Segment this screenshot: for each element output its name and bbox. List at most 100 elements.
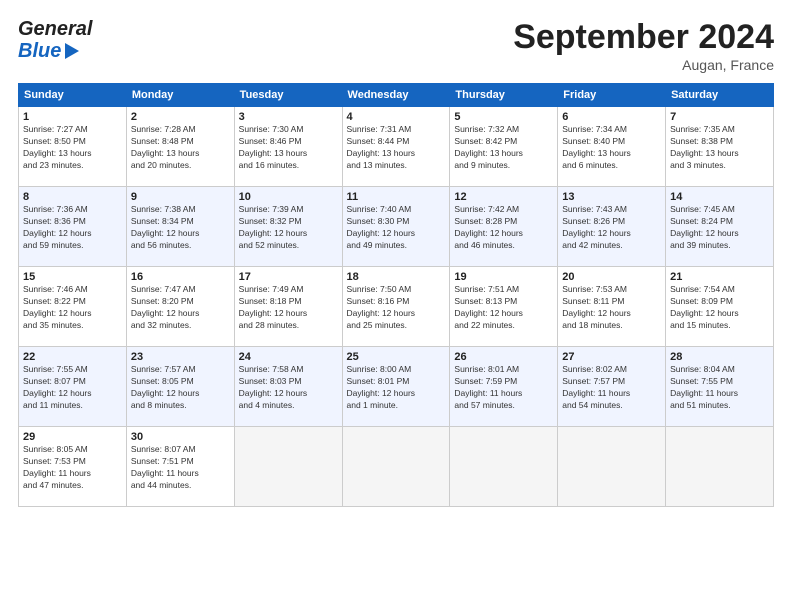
day-info: Sunrise: 7:30 AMSunset: 8:46 PMDaylight:…	[239, 124, 338, 172]
day-info: Sunrise: 7:40 AMSunset: 8:30 PMDaylight:…	[347, 204, 446, 252]
day-number: 18	[347, 271, 446, 283]
location: Augan, France	[513, 57, 774, 73]
calendar-week-row: 29Sunrise: 8:05 AMSunset: 7:53 PMDayligh…	[19, 427, 774, 507]
day-number: 6	[562, 111, 661, 123]
day-info: Sunrise: 7:54 AMSunset: 8:09 PMDaylight:…	[670, 284, 769, 332]
logo-general-text: General	[18, 18, 92, 40]
day-cell-16: 16Sunrise: 7:47 AMSunset: 8:20 PMDayligh…	[126, 267, 234, 347]
day-number: 5	[454, 111, 553, 123]
col-friday: Friday	[558, 84, 666, 107]
day-cell-8: 8Sunrise: 7:36 AMSunset: 8:36 PMDaylight…	[19, 187, 127, 267]
day-cell-11: 11Sunrise: 7:40 AMSunset: 8:30 PMDayligh…	[342, 187, 450, 267]
day-number: 12	[454, 191, 553, 203]
day-info: Sunrise: 7:34 AMSunset: 8:40 PMDaylight:…	[562, 124, 661, 172]
day-cell-28: 28Sunrise: 8:04 AMSunset: 7:55 PMDayligh…	[666, 347, 774, 427]
day-cell-3: 3Sunrise: 7:30 AMSunset: 8:46 PMDaylight…	[234, 107, 342, 187]
empty-cell	[234, 427, 342, 507]
day-info: Sunrise: 7:42 AMSunset: 8:28 PMDaylight:…	[454, 204, 553, 252]
day-info: Sunrise: 7:58 AMSunset: 8:03 PMDaylight:…	[239, 364, 338, 412]
day-number: 15	[23, 271, 122, 283]
logo: General Blue	[18, 18, 92, 62]
day-number: 2	[131, 111, 230, 123]
day-info: Sunrise: 7:31 AMSunset: 8:44 PMDaylight:…	[347, 124, 446, 172]
day-cell-30: 30Sunrise: 8:07 AMSunset: 7:51 PMDayligh…	[126, 427, 234, 507]
day-cell-24: 24Sunrise: 7:58 AMSunset: 8:03 PMDayligh…	[234, 347, 342, 427]
day-info: Sunrise: 7:46 AMSunset: 8:22 PMDaylight:…	[23, 284, 122, 332]
day-info: Sunrise: 7:50 AMSunset: 8:16 PMDaylight:…	[347, 284, 446, 332]
day-info: Sunrise: 7:45 AMSunset: 8:24 PMDaylight:…	[670, 204, 769, 252]
day-number: 11	[347, 191, 446, 203]
calendar-week-row: 22Sunrise: 7:55 AMSunset: 8:07 PMDayligh…	[19, 347, 774, 427]
day-cell-7: 7Sunrise: 7:35 AMSunset: 8:38 PMDaylight…	[666, 107, 774, 187]
empty-cell	[558, 427, 666, 507]
day-number: 23	[131, 351, 230, 363]
day-cell-17: 17Sunrise: 7:49 AMSunset: 8:18 PMDayligh…	[234, 267, 342, 347]
day-info: Sunrise: 7:47 AMSunset: 8:20 PMDaylight:…	[131, 284, 230, 332]
day-cell-12: 12Sunrise: 7:42 AMSunset: 8:28 PMDayligh…	[450, 187, 558, 267]
col-tuesday: Tuesday	[234, 84, 342, 107]
day-number: 20	[562, 271, 661, 283]
month-title: September 2024	[513, 18, 774, 57]
day-number: 14	[670, 191, 769, 203]
day-info: Sunrise: 7:35 AMSunset: 8:38 PMDaylight:…	[670, 124, 769, 172]
col-saturday: Saturday	[666, 84, 774, 107]
day-info: Sunrise: 7:36 AMSunset: 8:36 PMDaylight:…	[23, 204, 122, 252]
header: General Blue September 2024 Augan, Franc…	[18, 18, 774, 73]
day-info: Sunrise: 8:07 AMSunset: 7:51 PMDaylight:…	[131, 444, 230, 492]
day-cell-20: 20Sunrise: 7:53 AMSunset: 8:11 PMDayligh…	[558, 267, 666, 347]
logo-blue-line: Blue	[18, 40, 79, 62]
day-info: Sunrise: 7:53 AMSunset: 8:11 PMDaylight:…	[562, 284, 661, 332]
day-number: 13	[562, 191, 661, 203]
day-number: 24	[239, 351, 338, 363]
day-number: 30	[131, 431, 230, 443]
day-cell-4: 4Sunrise: 7:31 AMSunset: 8:44 PMDaylight…	[342, 107, 450, 187]
day-cell-29: 29Sunrise: 8:05 AMSunset: 7:53 PMDayligh…	[19, 427, 127, 507]
day-number: 9	[131, 191, 230, 203]
day-cell-13: 13Sunrise: 7:43 AMSunset: 8:26 PMDayligh…	[558, 187, 666, 267]
day-info: Sunrise: 8:05 AMSunset: 7:53 PMDaylight:…	[23, 444, 122, 492]
day-info: Sunrise: 7:49 AMSunset: 8:18 PMDaylight:…	[239, 284, 338, 332]
page: General Blue September 2024 Augan, Franc…	[0, 0, 792, 612]
day-info: Sunrise: 7:55 AMSunset: 8:07 PMDaylight:…	[23, 364, 122, 412]
day-number: 27	[562, 351, 661, 363]
day-cell-27: 27Sunrise: 8:02 AMSunset: 7:57 PMDayligh…	[558, 347, 666, 427]
day-number: 25	[347, 351, 446, 363]
logo-arrow-icon	[65, 43, 79, 59]
calendar-table: Sunday Monday Tuesday Wednesday Thursday…	[18, 83, 774, 507]
day-cell-6: 6Sunrise: 7:34 AMSunset: 8:40 PMDaylight…	[558, 107, 666, 187]
calendar-header-row: Sunday Monday Tuesday Wednesday Thursday…	[19, 84, 774, 107]
day-cell-15: 15Sunrise: 7:46 AMSunset: 8:22 PMDayligh…	[19, 267, 127, 347]
title-section: September 2024 Augan, France	[513, 18, 774, 73]
day-number: 19	[454, 271, 553, 283]
day-info: Sunrise: 7:57 AMSunset: 8:05 PMDaylight:…	[131, 364, 230, 412]
day-number: 10	[239, 191, 338, 203]
day-cell-9: 9Sunrise: 7:38 AMSunset: 8:34 PMDaylight…	[126, 187, 234, 267]
empty-cell	[342, 427, 450, 507]
day-info: Sunrise: 7:32 AMSunset: 8:42 PMDaylight:…	[454, 124, 553, 172]
col-wednesday: Wednesday	[342, 84, 450, 107]
day-number: 7	[670, 111, 769, 123]
day-number: 21	[670, 271, 769, 283]
col-monday: Monday	[126, 84, 234, 107]
logo-blue-text: Blue	[18, 40, 61, 62]
day-info: Sunrise: 8:04 AMSunset: 7:55 PMDaylight:…	[670, 364, 769, 412]
day-cell-21: 21Sunrise: 7:54 AMSunset: 8:09 PMDayligh…	[666, 267, 774, 347]
day-cell-2: 2Sunrise: 7:28 AMSunset: 8:48 PMDaylight…	[126, 107, 234, 187]
day-cell-23: 23Sunrise: 7:57 AMSunset: 8:05 PMDayligh…	[126, 347, 234, 427]
day-cell-14: 14Sunrise: 7:45 AMSunset: 8:24 PMDayligh…	[666, 187, 774, 267]
day-number: 26	[454, 351, 553, 363]
day-number: 17	[239, 271, 338, 283]
calendar-week-row: 15Sunrise: 7:46 AMSunset: 8:22 PMDayligh…	[19, 267, 774, 347]
calendar-week-row: 1Sunrise: 7:27 AMSunset: 8:50 PMDaylight…	[19, 107, 774, 187]
col-thursday: Thursday	[450, 84, 558, 107]
day-number: 16	[131, 271, 230, 283]
day-cell-18: 18Sunrise: 7:50 AMSunset: 8:16 PMDayligh…	[342, 267, 450, 347]
day-info: Sunrise: 7:39 AMSunset: 8:32 PMDaylight:…	[239, 204, 338, 252]
empty-cell	[666, 427, 774, 507]
day-info: Sunrise: 7:38 AMSunset: 8:34 PMDaylight:…	[131, 204, 230, 252]
day-number: 1	[23, 111, 122, 123]
day-cell-1: 1Sunrise: 7:27 AMSunset: 8:50 PMDaylight…	[19, 107, 127, 187]
col-sunday: Sunday	[19, 84, 127, 107]
day-info: Sunrise: 8:01 AMSunset: 7:59 PMDaylight:…	[454, 364, 553, 412]
day-number: 3	[239, 111, 338, 123]
